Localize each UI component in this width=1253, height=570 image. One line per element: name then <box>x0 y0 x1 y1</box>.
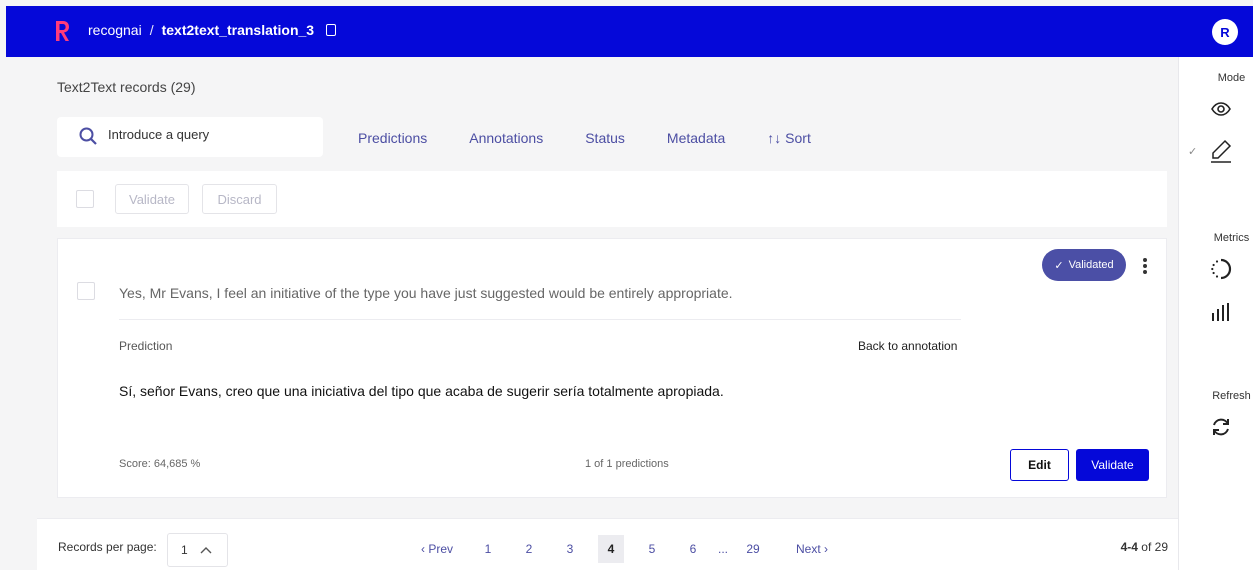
sort-button[interactable]: ↑↓ Sort <box>767 130 811 146</box>
page-5-button[interactable]: 5 <box>639 535 665 563</box>
edit-button[interactable]: Edit <box>1010 449 1069 481</box>
filter-metadata[interactable]: Metadata <box>667 130 725 146</box>
sidebar-metrics-label: Metrics <box>1213 232 1250 244</box>
bulk-validate-button[interactable]: Validate <box>115 184 189 214</box>
more-options-icon[interactable] <box>1140 256 1150 276</box>
page-2-button[interactable]: 2 <box>516 535 542 563</box>
records-per-page-select[interactable]: 1 <box>167 533 228 567</box>
status-badge: ✓ Validated <box>1042 249 1126 281</box>
page-4-button[interactable]: 4 <box>598 535 625 563</box>
pagination-ellipsis: ... <box>718 542 729 556</box>
select-all-checkbox[interactable] <box>76 190 94 208</box>
breadcrumb-dataset: text2text_translation_3 <box>161 22 315 38</box>
records-per-page-label: Records per page: <box>58 540 157 554</box>
checkmark-icon: ✓ <box>1188 146 1198 158</box>
breadcrumb-org[interactable]: recognai <box>88 22 142 38</box>
records-per-page-value: 1 <box>181 543 188 557</box>
bar-chart-icon[interactable] <box>1209 300 1233 324</box>
divider <box>119 319 961 320</box>
records-total: of 29 <box>1141 540 1168 554</box>
next-page-button[interactable]: Next › <box>796 535 828 563</box>
prediction-score: Score: 64,685 % <box>119 458 201 470</box>
records-range-value: 4-4 <box>1120 540 1138 554</box>
record-text: Yes, Mr Evans, I feel an initiative of t… <box>119 285 733 301</box>
copy-icon[interactable] <box>326 24 337 36</box>
predictions-count: 1 of 1 predictions <box>585 458 669 470</box>
user-avatar[interactable]: R <box>1212 19 1238 45</box>
filter-annotations[interactable]: Annotations <box>469 130 543 146</box>
page-29-button[interactable]: 29 <box>740 535 766 563</box>
search-icon <box>79 127 97 145</box>
filter-predictions[interactable]: Predictions <box>358 130 427 146</box>
refresh-icon[interactable] <box>1209 415 1233 439</box>
sidebar: Mode ✓ Metrics Refresh <box>1178 57 1253 570</box>
progress-ring-icon[interactable] <box>1209 257 1233 281</box>
eye-icon[interactable] <box>1209 97 1233 121</box>
sidebar-mode-label: Mode <box>1217 72 1246 84</box>
pagination-footer: Records per page: 1 ‹ Prev 1 2 3 4 5 6 .… <box>37 518 1178 570</box>
validate-button[interactable]: Validate <box>1076 449 1149 481</box>
status-badge-label: Validated <box>1068 259 1114 271</box>
breadcrumb-separator: / <box>149 22 154 38</box>
prev-page-button[interactable]: ‹ Prev <box>421 535 453 563</box>
search-box <box>57 117 323 157</box>
search-input[interactable] <box>108 127 308 142</box>
prediction-label: Prediction <box>119 339 173 353</box>
pencil-icon[interactable] <box>1209 139 1233 163</box>
page-title: Text2Text records (29) <box>57 79 196 95</box>
back-to-annotation-link[interactable]: Back to annotation <box>858 339 957 353</box>
page-3-button[interactable]: 3 <box>557 535 583 563</box>
top-bar: recognai / text2text_translation_3 R <box>6 6 1253 57</box>
chevron-up-icon <box>200 547 212 554</box>
record-checkbox[interactable] <box>77 282 95 300</box>
pager: ‹ Prev 1 2 3 4 5 6 ... 29 Next › <box>421 535 828 563</box>
bulk-discard-button[interactable]: Discard <box>202 184 277 214</box>
argilla-logo-icon[interactable] <box>54 20 70 42</box>
prediction-text: Sí, señor Evans, creo que una iniciativa… <box>119 383 724 399</box>
sidebar-refresh-label: Refresh <box>1212 390 1251 402</box>
bulk-actions-bar: Validate Discard <box>57 171 1167 227</box>
breadcrumb: recognai / text2text_translation_3 <box>88 22 337 38</box>
filter-bar: Predictions Annotations Status Metadata … <box>358 130 811 146</box>
records-range: 4-4 of 29 <box>1121 540 1168 554</box>
filter-status[interactable]: Status <box>585 130 625 146</box>
record-card: Yes, Mr Evans, I feel an initiative of t… <box>57 238 1167 498</box>
page-1-button[interactable]: 1 <box>475 535 501 563</box>
check-icon: ✓ <box>1054 259 1064 272</box>
page-6-button[interactable]: 6 <box>680 535 706 563</box>
